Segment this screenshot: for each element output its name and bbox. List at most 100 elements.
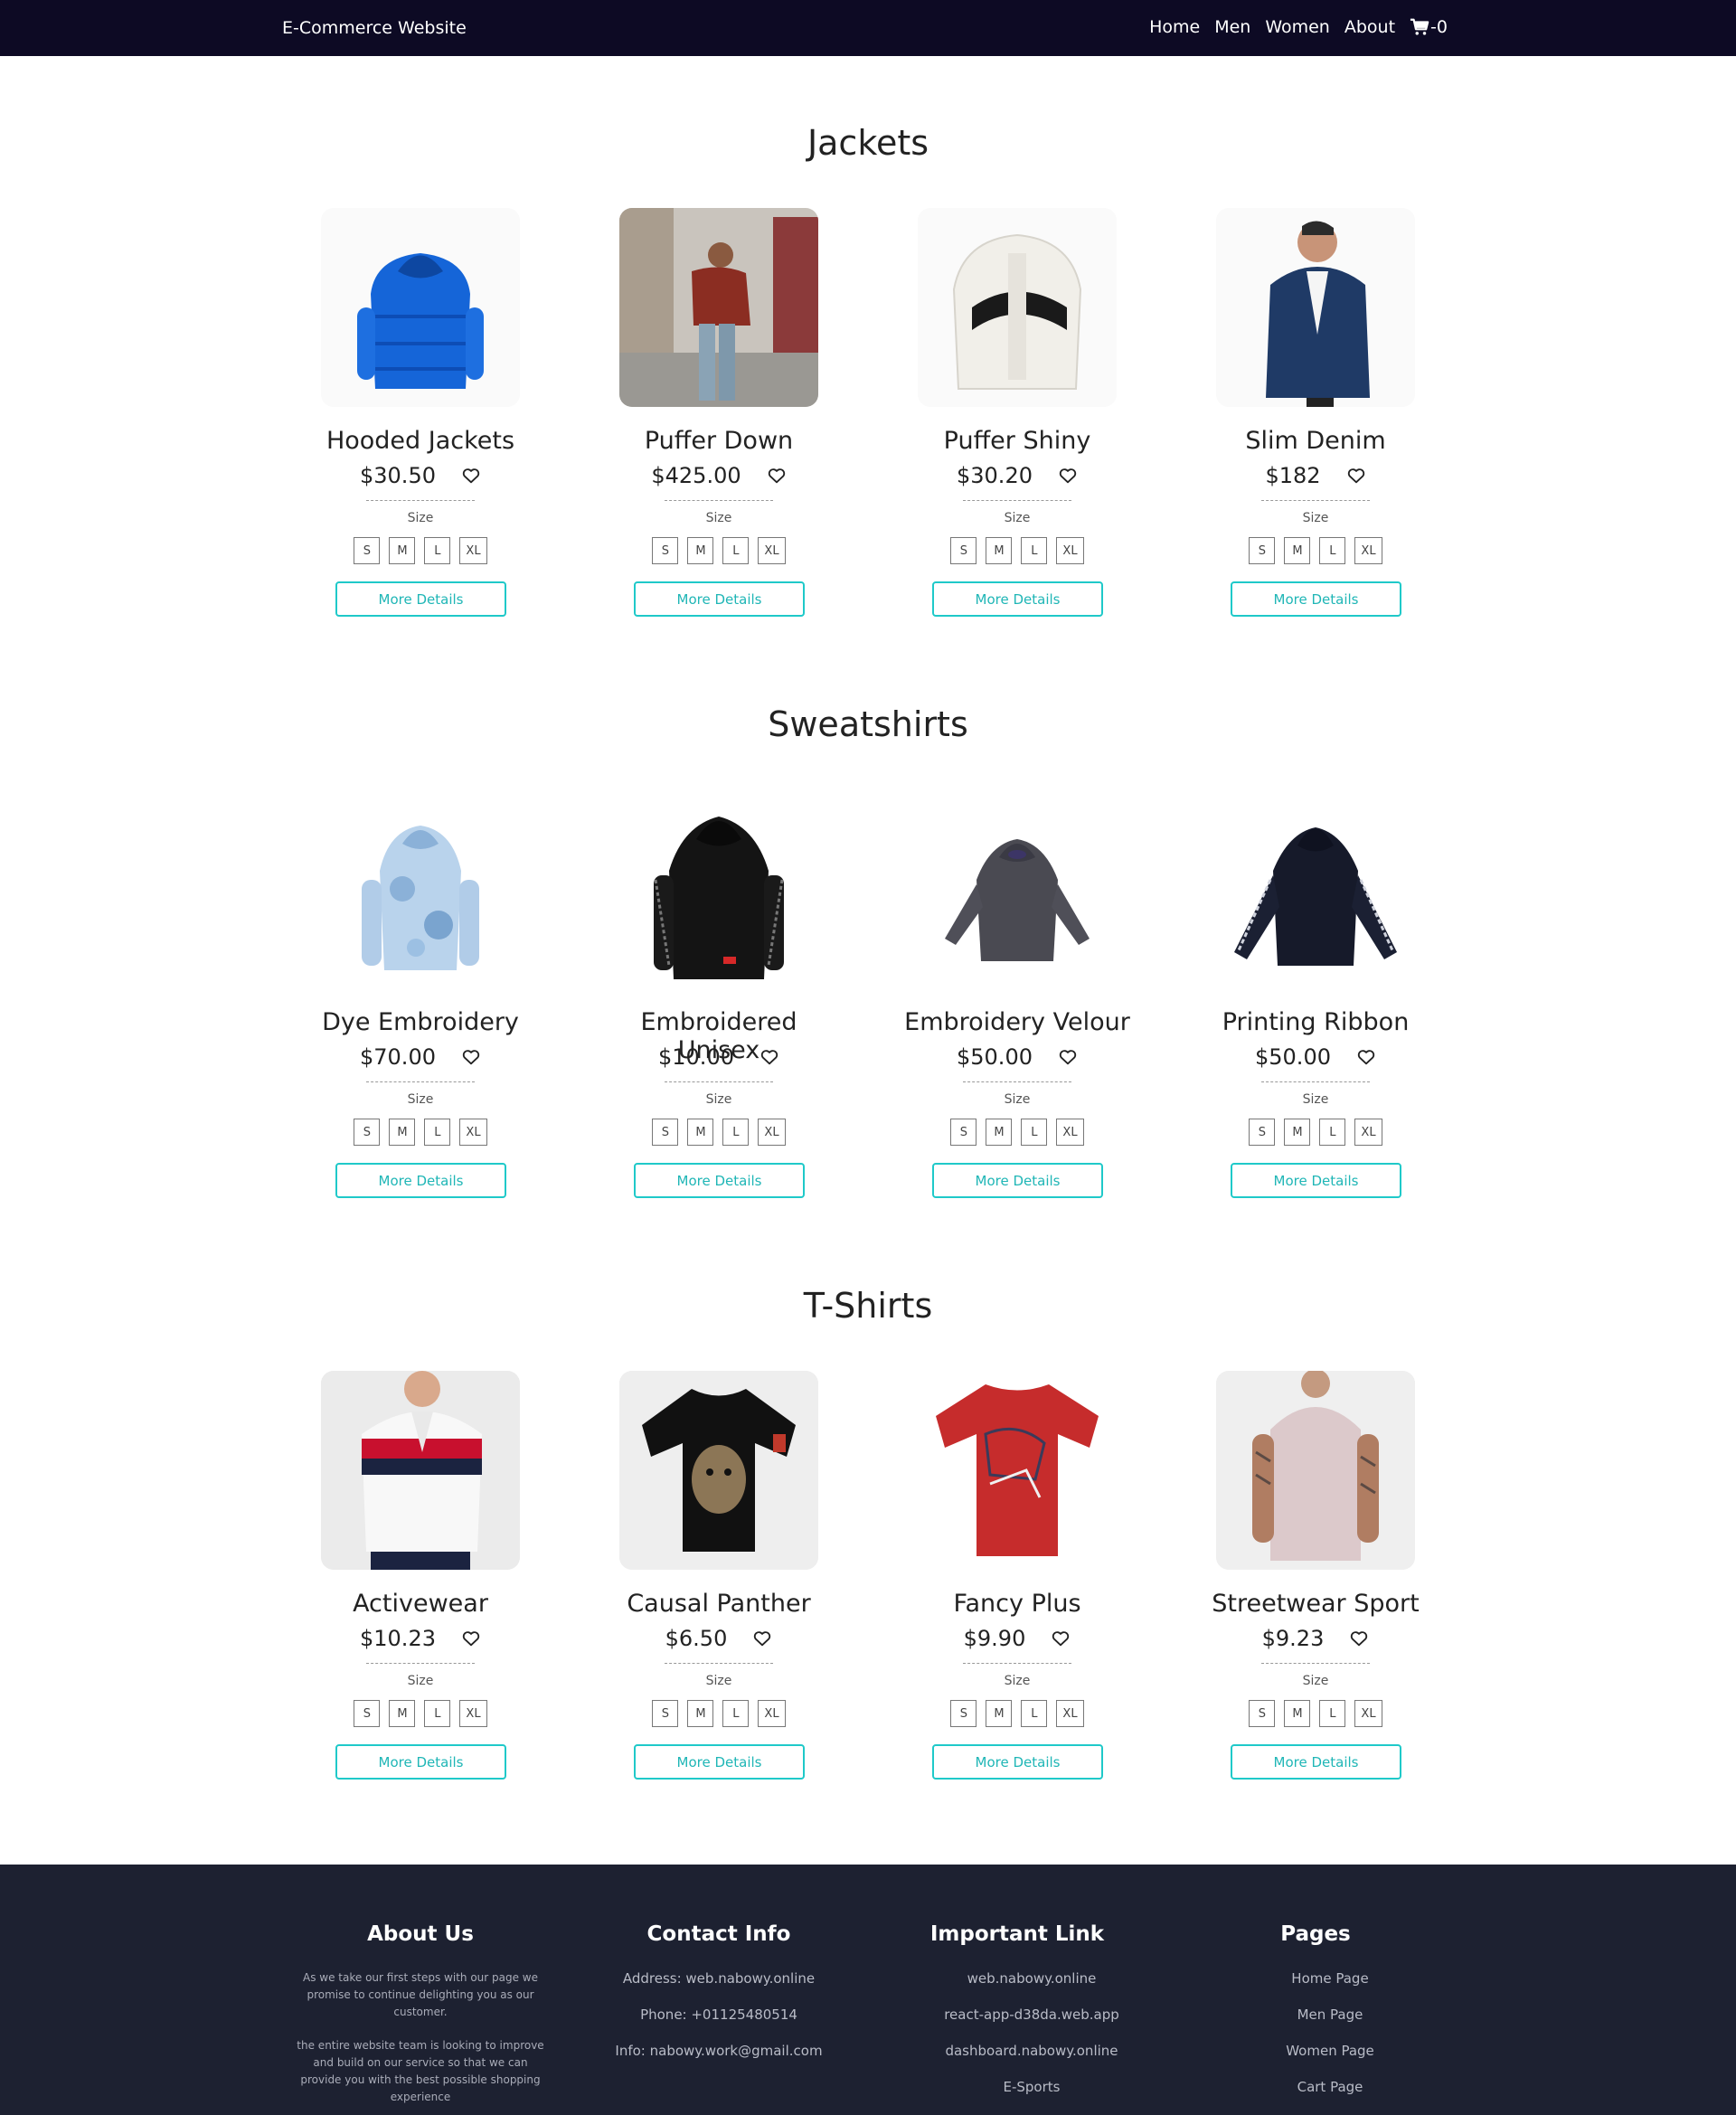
size-option-l[interactable]: L bbox=[722, 1119, 750, 1146]
more-details-button[interactable]: More Details bbox=[1231, 1163, 1401, 1198]
nav-link-about[interactable]: About bbox=[1344, 17, 1395, 37]
heart-icon[interactable] bbox=[1058, 1047, 1078, 1067]
product-name[interactable]: Puffer Shiny bbox=[900, 427, 1135, 455]
size-option-s[interactable]: S bbox=[1249, 1700, 1276, 1727]
size-option-l[interactable]: L bbox=[1021, 537, 1048, 564]
heart-icon[interactable] bbox=[1356, 1047, 1376, 1067]
size-option-s[interactable]: S bbox=[950, 537, 977, 564]
more-details-button[interactable]: More Details bbox=[335, 1163, 506, 1198]
more-details-button[interactable]: More Details bbox=[634, 1744, 805, 1780]
size-option-s[interactable]: S bbox=[652, 1700, 679, 1727]
size-option-m[interactable]: M bbox=[1284, 1700, 1311, 1727]
size-option-s[interactable]: S bbox=[652, 1119, 679, 1146]
product-image[interactable] bbox=[619, 1371, 818, 1570]
size-option-m[interactable]: M bbox=[1284, 1119, 1311, 1146]
size-option-s[interactable]: S bbox=[1249, 537, 1276, 564]
size-option-l[interactable]: L bbox=[1021, 1119, 1048, 1146]
product-image[interactable] bbox=[619, 208, 818, 407]
size-option-xl[interactable]: XL bbox=[1056, 1700, 1084, 1727]
footer-page-link[interactable]: Women Page bbox=[1194, 2042, 1466, 2078]
footer-link[interactable]: react-app-d38da.web.app bbox=[896, 2006, 1167, 2042]
product-image[interactable] bbox=[1216, 789, 1415, 988]
size-option-l[interactable]: L bbox=[1021, 1700, 1048, 1727]
size-option-s[interactable]: S bbox=[950, 1700, 977, 1727]
heart-icon[interactable] bbox=[1346, 466, 1366, 486]
size-option-l[interactable]: L bbox=[424, 1700, 451, 1727]
more-details-button[interactable]: More Details bbox=[634, 581, 805, 617]
size-option-l[interactable]: L bbox=[722, 537, 750, 564]
nav-link-women[interactable]: Women bbox=[1265, 17, 1330, 37]
size-option-m[interactable]: M bbox=[389, 1700, 416, 1727]
product-image[interactable] bbox=[918, 208, 1117, 407]
contact-email[interactable]: Info: nabowy.work@gmail.com bbox=[583, 2042, 854, 2078]
heart-icon[interactable] bbox=[752, 1629, 772, 1648]
footer-page-link[interactable]: Home Page bbox=[1194, 1969, 1466, 2006]
product-name[interactable]: Puffer Down bbox=[601, 427, 836, 455]
size-option-m[interactable]: M bbox=[986, 537, 1013, 564]
product-name[interactable]: Causal Panther bbox=[601, 1590, 836, 1618]
size-option-xl[interactable]: XL bbox=[459, 537, 487, 564]
nav-link-men[interactable]: Men bbox=[1214, 17, 1250, 37]
more-details-button[interactable]: More Details bbox=[335, 1744, 506, 1780]
heart-icon[interactable] bbox=[1349, 1629, 1369, 1648]
size-option-xl[interactable]: XL bbox=[758, 537, 786, 564]
size-option-xl[interactable]: XL bbox=[758, 1119, 786, 1146]
size-option-xl[interactable]: XL bbox=[1354, 537, 1382, 564]
product-name[interactable]: Hooded Jackets bbox=[303, 427, 538, 455]
size-option-m[interactable]: M bbox=[687, 1700, 714, 1727]
brand-logo[interactable]: E-Commerce Website bbox=[282, 18, 467, 38]
size-option-m[interactable]: M bbox=[687, 537, 714, 564]
heart-icon[interactable] bbox=[461, 466, 481, 486]
more-details-button[interactable]: More Details bbox=[932, 581, 1103, 617]
product-name[interactable]: Activewear bbox=[303, 1590, 538, 1618]
nav-link-home[interactable]: Home bbox=[1149, 17, 1200, 37]
more-details-button[interactable]: More Details bbox=[335, 581, 506, 617]
product-name[interactable]: Streetwear Sport bbox=[1198, 1590, 1433, 1618]
product-image[interactable] bbox=[321, 789, 520, 988]
size-option-s[interactable]: S bbox=[354, 1700, 381, 1727]
size-option-m[interactable]: M bbox=[986, 1119, 1013, 1146]
more-details-button[interactable]: More Details bbox=[932, 1744, 1103, 1780]
heart-icon[interactable] bbox=[1058, 466, 1078, 486]
size-option-s[interactable]: S bbox=[1249, 1119, 1276, 1146]
size-option-xl[interactable]: XL bbox=[459, 1700, 487, 1727]
size-option-m[interactable]: M bbox=[687, 1119, 714, 1146]
product-name[interactable]: Dye Embroidery bbox=[303, 1008, 538, 1036]
size-option-s[interactable]: S bbox=[652, 537, 679, 564]
footer-link[interactable]: web.nabowy.online bbox=[896, 1969, 1167, 2006]
size-option-xl[interactable]: XL bbox=[758, 1700, 786, 1727]
size-option-m[interactable]: M bbox=[389, 537, 416, 564]
heart-icon[interactable] bbox=[461, 1047, 481, 1067]
product-image[interactable] bbox=[321, 208, 520, 407]
size-option-l[interactable]: L bbox=[1319, 1119, 1346, 1146]
size-option-l[interactable]: L bbox=[424, 1119, 451, 1146]
heart-icon[interactable] bbox=[767, 466, 787, 486]
size-option-xl[interactable]: XL bbox=[1056, 1119, 1084, 1146]
cart-button[interactable]: -0 bbox=[1410, 17, 1448, 37]
size-option-l[interactable]: L bbox=[722, 1700, 750, 1727]
footer-page-link[interactable]: Men Page bbox=[1194, 2006, 1466, 2042]
footer-link[interactable]: E-Sports bbox=[896, 2078, 1167, 2114]
product-image[interactable] bbox=[321, 1371, 520, 1570]
more-details-button[interactable]: More Details bbox=[1231, 1744, 1401, 1780]
product-name[interactable]: Printing Ribbon bbox=[1198, 1008, 1433, 1036]
product-image[interactable] bbox=[1216, 1371, 1415, 1570]
footer-link[interactable]: dashboard.nabowy.online bbox=[896, 2042, 1167, 2078]
product-name[interactable]: Slim Denim bbox=[1198, 427, 1433, 455]
size-option-xl[interactable]: XL bbox=[1056, 537, 1084, 564]
more-details-button[interactable]: More Details bbox=[634, 1163, 805, 1198]
product-name[interactable]: Fancy Plus bbox=[900, 1590, 1135, 1618]
footer-page-link[interactable]: Cart Page bbox=[1194, 2078, 1466, 2114]
size-option-l[interactable]: L bbox=[1319, 537, 1346, 564]
more-details-button[interactable]: More Details bbox=[932, 1163, 1103, 1198]
size-option-l[interactable]: L bbox=[1319, 1700, 1346, 1727]
heart-icon[interactable] bbox=[1051, 1629, 1071, 1648]
product-image[interactable] bbox=[918, 1371, 1117, 1570]
size-option-xl[interactable]: XL bbox=[1354, 1700, 1382, 1727]
product-name[interactable]: Embroidery Velour bbox=[900, 1008, 1135, 1036]
size-option-xl[interactable]: XL bbox=[459, 1119, 487, 1146]
product-image[interactable] bbox=[918, 789, 1117, 988]
size-option-m[interactable]: M bbox=[389, 1119, 416, 1146]
heart-icon[interactable] bbox=[461, 1629, 481, 1648]
more-details-button[interactable]: More Details bbox=[1231, 581, 1401, 617]
